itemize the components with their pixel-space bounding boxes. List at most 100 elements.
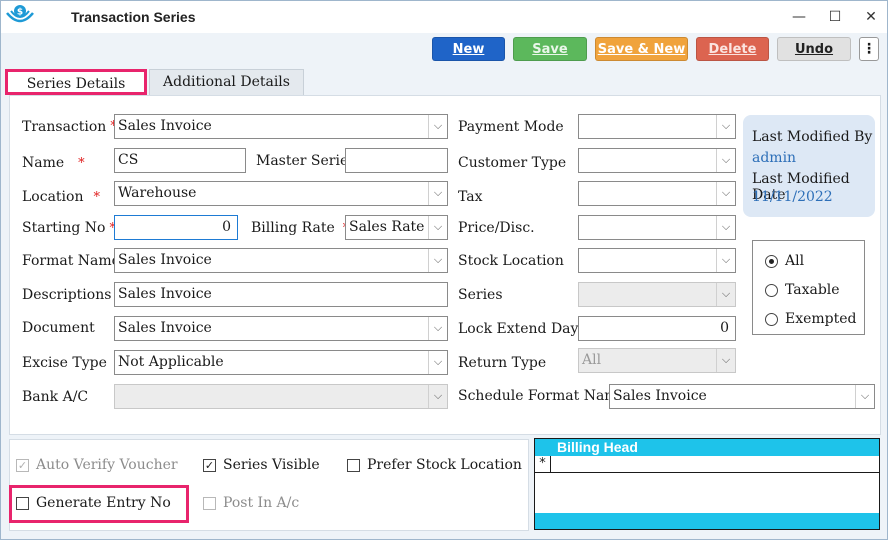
chevron-down-icon[interactable]: ⌵	[716, 216, 735, 239]
transaction-value: Sales Invoice	[118, 118, 212, 134]
radio-button[interactable]	[765, 313, 778, 326]
return-type-label: Return Type	[458, 355, 547, 371]
transaction-label: Transaction*	[22, 119, 117, 135]
chevron-down-icon[interactable]: ⌵	[716, 249, 735, 272]
excise-type-select[interactable]: Not Applicable ⌵	[114, 350, 448, 375]
new-row-marker: *	[535, 456, 551, 472]
billing-rate-value: Sales Rate	[349, 219, 425, 235]
billing-head-footer	[535, 513, 879, 529]
prefer-stock-location-checkbox[interactable]	[347, 459, 360, 472]
payment-mode-select[interactable]: ⌵	[578, 114, 736, 139]
master-series-label: Master Series	[256, 153, 356, 169]
series-select: ⌵	[578, 282, 736, 307]
chevron-down-icon: ⌵	[716, 283, 735, 306]
document-value: Sales Invoice	[118, 320, 212, 336]
radio-label: Taxable	[785, 282, 840, 298]
required-marker: *	[93, 190, 100, 205]
master-series-field[interactable]	[345, 148, 448, 173]
chevron-down-icon: ⌵	[428, 385, 447, 408]
schedule-format-name-select[interactable]: Sales Invoice ⌵	[609, 384, 875, 409]
location-label: Location *	[22, 189, 100, 205]
chevron-down-icon[interactable]: ⌵	[428, 216, 447, 239]
stock-location-label: Stock Location	[458, 253, 564, 269]
chevron-down-icon[interactable]: ⌵	[716, 149, 735, 172]
schedule-format-name-value: Sales Invoice	[613, 388, 707, 404]
title-bar: $ Transaction Series — ☐ ✕	[1, 1, 887, 33]
radio-label: Exempted	[785, 311, 857, 327]
chevron-down-icon[interactable]: ⌵	[716, 182, 735, 205]
name-field[interactable]: CS	[114, 148, 246, 173]
radio-button[interactable]	[765, 255, 778, 268]
series-visible-checkbox[interactable]: ✓	[203, 459, 216, 472]
chevron-down-icon[interactable]: ⌵	[855, 385, 874, 408]
descriptions-label: Descriptions	[22, 287, 112, 303]
format-name-select[interactable]: Sales Invoice ⌵	[114, 248, 448, 273]
last-modified-date-value: 11/11/2022	[752, 189, 833, 205]
table-row[interactable]: *	[535, 456, 879, 473]
radio-button[interactable]	[765, 284, 778, 297]
billing-head-grid[interactable]: Billing Head *	[534, 438, 880, 530]
post-in-ac-label: Post In A/c	[223, 495, 300, 511]
price-disc-select[interactable]: ⌵	[578, 215, 736, 240]
tax-select[interactable]: ⌵	[578, 181, 736, 206]
last-modified-box: Last Modified By admin Last Modified Dat…	[743, 115, 875, 217]
chevron-down-icon[interactable]: ⌵	[428, 351, 447, 374]
chevron-down-icon: ⌵	[716, 349, 735, 372]
tax-filter-radio-group: All Taxable Exempted	[752, 240, 865, 335]
series-visible-label: Series Visible	[223, 457, 320, 473]
excise-type-label: Excise Type	[22, 355, 107, 371]
transaction-series-window: $ Transaction Series — ☐ ✕ New Save Save…	[0, 0, 888, 540]
auto-verify-voucher-checkbox: ✓	[16, 459, 29, 472]
svg-text:$: $	[17, 8, 23, 18]
starting-no-field[interactable]: 0	[114, 215, 238, 240]
new-button[interactable]: New	[432, 37, 505, 61]
chevron-down-icon[interactable]: ⌵	[428, 115, 447, 138]
document-select[interactable]: Sales Invoice ⌵	[114, 316, 448, 341]
tab-additional-details[interactable]: Additional Details	[149, 69, 304, 95]
undo-button[interactable]: Undo	[777, 37, 851, 61]
close-button[interactable]: ✕	[861, 7, 881, 27]
delete-button[interactable]: Delete	[696, 37, 769, 61]
window-title: Transaction Series	[71, 9, 196, 25]
format-name-value: Sales Invoice	[118, 252, 212, 268]
billing-head-header: Billing Head	[535, 439, 879, 456]
minimize-button[interactable]: —	[789, 7, 809, 27]
customer-type-label: Customer Type	[458, 155, 567, 171]
lock-extend-days-field[interactable]: 0	[578, 316, 736, 341]
starting-no-label: Starting No *	[22, 220, 116, 236]
chevron-down-icon[interactable]: ⌵	[428, 249, 447, 272]
bank-ac-label: Bank A/C	[22, 389, 89, 405]
return-type-value: All	[582, 352, 602, 368]
chevron-down-icon[interactable]: ⌵	[428, 182, 447, 205]
radio-label: All	[785, 253, 805, 269]
chevron-down-icon[interactable]: ⌵	[716, 115, 735, 138]
billing-rate-label: Billing Rate*	[251, 220, 349, 236]
location-value: Warehouse	[118, 185, 197, 201]
customer-type-select[interactable]: ⌵	[578, 148, 736, 173]
generate-entry-no-highlight	[9, 485, 189, 523]
chevron-down-icon[interactable]: ⌵	[428, 317, 447, 340]
transaction-select[interactable]: Sales Invoice ⌵	[114, 114, 448, 139]
billing-rate-select[interactable]: Sales Rate ⌵	[345, 215, 448, 240]
document-label: Document	[22, 320, 95, 336]
save-button[interactable]: Save	[513, 37, 587, 61]
series-label: Series	[458, 287, 503, 303]
maximize-button[interactable]: ☐	[825, 7, 845, 27]
location-select[interactable]: Warehouse ⌵	[114, 181, 448, 206]
bank-ac-select: ⌵	[114, 384, 448, 409]
lock-extend-days-label: Lock Extend Days	[458, 321, 586, 337]
app-logo-icon: $	[6, 5, 34, 23]
stock-location-select[interactable]: ⌵	[578, 248, 736, 273]
price-disc-label: Price/Disc.	[458, 220, 535, 236]
format-name-label: Format Name	[22, 253, 120, 269]
name-label: Name *	[22, 155, 85, 171]
auto-verify-voucher-label: Auto Verify Voucher	[36, 457, 178, 473]
descriptions-field[interactable]: Sales Invoice	[114, 282, 448, 307]
save-and-new-button[interactable]: Save & New	[595, 37, 688, 61]
tax-label: Tax	[458, 189, 483, 205]
required-marker: *	[78, 156, 85, 171]
prefer-stock-location-label: Prefer Stock Location	[367, 457, 522, 473]
last-modified-by-label: Last Modified By	[752, 129, 873, 145]
kebab-menu-icon[interactable]: ⋮	[859, 37, 879, 61]
tab-series-details[interactable]: Series Details	[5, 69, 147, 95]
